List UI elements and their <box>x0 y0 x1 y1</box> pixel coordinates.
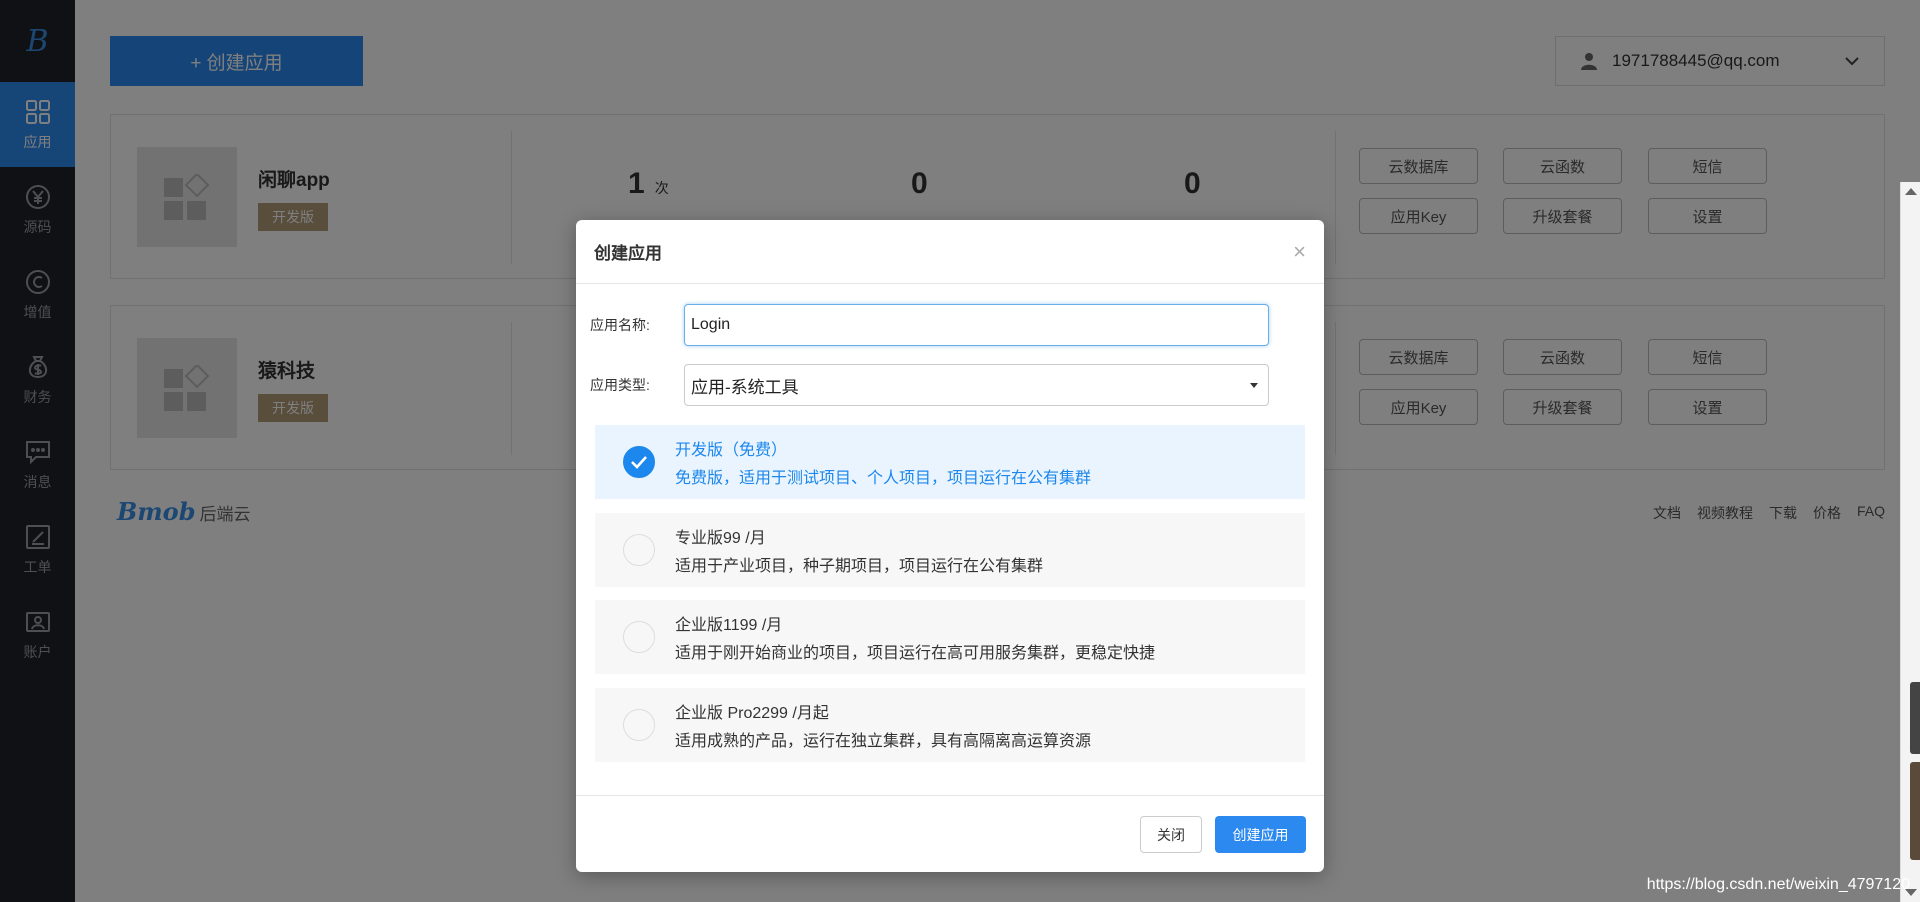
scroll-up-arrow[interactable] <box>1905 188 1917 195</box>
plan-text: 专业版99 /月 适用于产业项目，种子期项目，项目运行在公有集群 <box>675 524 1043 576</box>
plan-text: 开发版（免费） 免费版，适用于测试项目、个人项目，项目运行在公有集群 <box>675 436 1091 488</box>
radio-checked-icon[interactable] <box>623 446 655 478</box>
app-name-row: 应用名称: <box>590 304 1269 346</box>
plan-title: 开发版（免费） <box>675 442 788 459</box>
caret-down-icon <box>1250 383 1258 388</box>
confirm-create-button[interactable]: 创建应用 <box>1215 816 1306 853</box>
app-type-select[interactable]: 应用-系统工具 <box>684 364 1269 406</box>
radio-unchecked-icon[interactable] <box>623 709 655 741</box>
plan-title: 专业版99 /月 <box>675 530 766 547</box>
dialog-header: 创建应用 × <box>576 220 1324 284</box>
plan-description: 适用于刚开始商业的项目，项目运行在高可用服务集群，更稳定快捷 <box>675 645 1156 662</box>
app-name-input[interactable] <box>684 304 1269 346</box>
plan-option-dev[interactable]: 开发版（免费） 免费版，适用于测试项目、个人项目，项目运行在公有集群 <box>595 425 1305 499</box>
create-app-dialog: 创建应用 × 应用名称: 应用类型: 应用-系统工具 开发版（免费） 免费版，适… <box>576 220 1324 872</box>
app-type-selected-value: 应用-系统工具 <box>691 377 799 397</box>
app-type-row: 应用类型: 应用-系统工具 <box>590 364 1269 406</box>
close-icon[interactable]: × <box>1293 239 1306 265</box>
radio-unchecked-icon[interactable] <box>623 621 655 653</box>
plan-option-enterprise[interactable]: 企业版1199 /月 适用于刚开始商业的项目，项目运行在高可用服务集群，更稳定快… <box>595 600 1305 674</box>
plan-description: 适用于产业项目，种子期项目，项目运行在公有集群 <box>675 558 1044 575</box>
side-widget[interactable] <box>1910 682 1920 754</box>
plan-description: 免费版，适用于测试项目、个人项目，项目运行在公有集群 <box>675 470 1092 487</box>
app-name-label: 应用名称: <box>590 317 650 333</box>
app-type-label: 应用类型: <box>590 377 650 393</box>
plan-description: 适用成熟的产品，运行在独立集群，具有高隔离高运算资源 <box>675 733 1092 750</box>
plan-text: 企业版 Pro2299 /月起 适用成熟的产品，运行在独立集群，具有高隔离高运算… <box>675 699 1091 751</box>
dialog-footer: 关闭 创建应用 <box>576 795 1324 872</box>
side-widget[interactable] <box>1910 762 1920 860</box>
plan-text: 企业版1199 /月 适用于刚开始商业的项目，项目运行在高可用服务集群，更稳定快… <box>675 611 1155 663</box>
close-button[interactable]: 关闭 <box>1140 816 1202 853</box>
plan-option-pro[interactable]: 专业版99 /月 适用于产业项目，种子期项目，项目运行在公有集群 <box>595 513 1305 587</box>
plan-option-enterprise-pro[interactable]: 企业版 Pro2299 /月起 适用成熟的产品，运行在独立集群，具有高隔离高运算… <box>595 688 1305 762</box>
dialog-title: 创建应用 <box>594 244 662 263</box>
watermark-url: https://blog.csdn.net/weixin_4797120 <box>1646 876 1910 893</box>
radio-unchecked-icon[interactable] <box>623 534 655 566</box>
plan-title: 企业版1199 /月 <box>675 617 783 634</box>
plan-title: 企业版 Pro2299 /月起 <box>675 705 829 722</box>
